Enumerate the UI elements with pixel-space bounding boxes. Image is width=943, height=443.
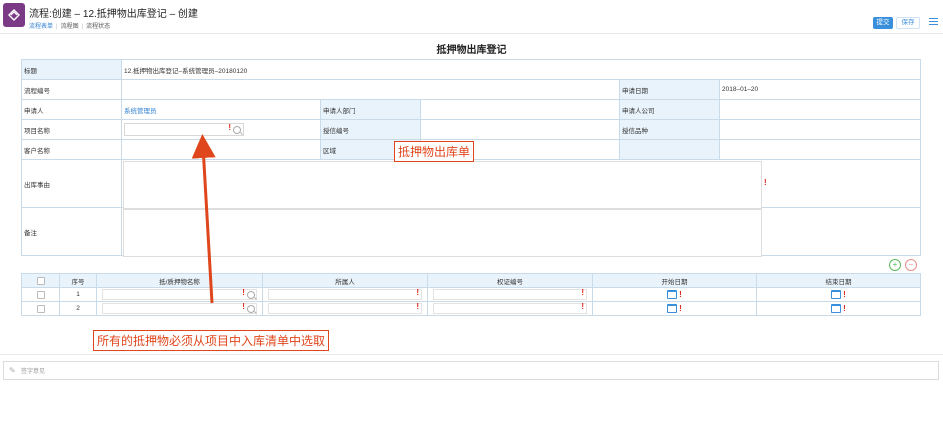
- comment-input[interactable]: ✎ 签字意见: [3, 361, 939, 380]
- arrow-line: [191, 134, 216, 304]
- comment-placeholder: 签字意见: [21, 369, 46, 375]
- divider: [0, 354, 943, 355]
- pencil-icon: ✎: [9, 366, 16, 375]
